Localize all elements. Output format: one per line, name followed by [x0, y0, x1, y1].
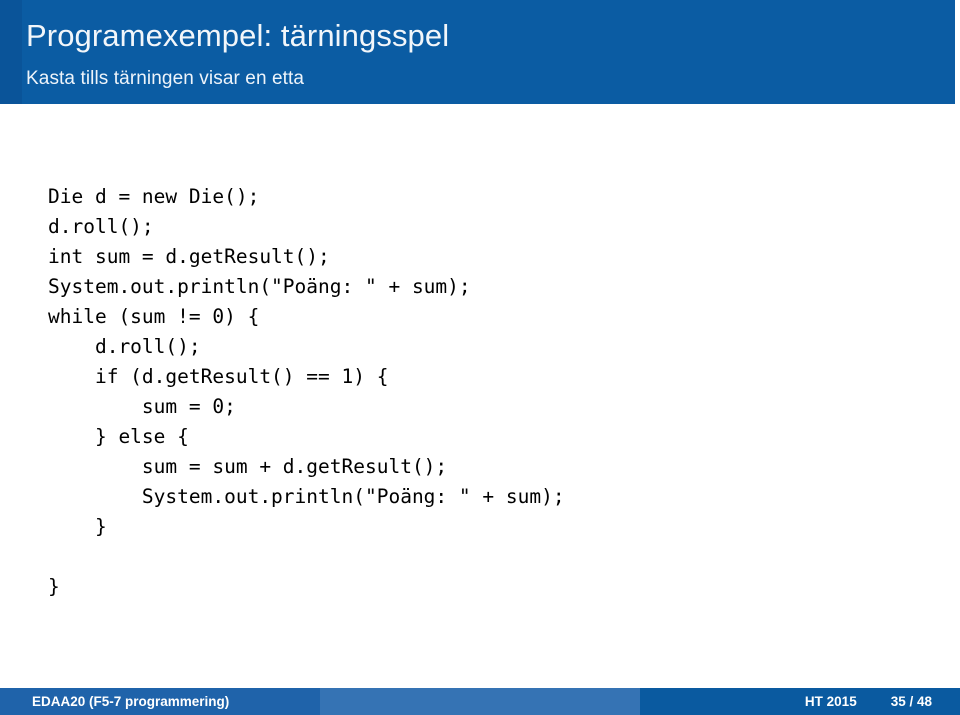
header-left-accent-strip [0, 0, 22, 104]
code-line: } [48, 515, 107, 538]
code-line: sum = sum + d.getResult(); [48, 455, 448, 478]
footer-meta: HT 2015 35 / 48 [640, 688, 960, 715]
page-title: Programexempel: tärningsspel [26, 18, 450, 53]
slide-content: Die d = new Die(); d.roll(); int sum = d.g… [0, 104, 960, 688]
footer-course-label: EDAA20 (F5-7 programmering) [0, 688, 320, 715]
code-line: System.out.println("Poäng: " + sum); [48, 275, 471, 298]
code-line: } [48, 575, 60, 598]
code-line: d.roll(); [48, 335, 201, 358]
code-line: int sum = d.getResult(); [48, 245, 330, 268]
code-line: d.roll(); [48, 215, 154, 238]
footer-page-number: 35 / 48 [890, 694, 932, 709]
footer-term-label: HT 2015 [804, 694, 857, 709]
code-block: Die d = new Die(); d.roll(); int sum = d.g… [48, 182, 565, 602]
footer-spacer [320, 688, 640, 715]
slide-footer: EDAA20 (F5-7 programmering) HT 2015 35 /… [0, 688, 960, 715]
code-line: System.out.println("Poäng: " + sum); [48, 485, 565, 508]
code-line: } else { [48, 425, 189, 448]
slide: Programexempel: tärningsspel Kasta tills… [0, 0, 960, 715]
code-line: if (d.getResult() == 1) { [48, 365, 389, 388]
code-line: sum = 0; [48, 395, 236, 418]
page-subtitle: Kasta tills tärningen visar en etta [26, 68, 305, 89]
code-line: while (sum != 0) { [48, 305, 260, 328]
slide-header: Programexempel: tärningsspel Kasta tills… [0, 0, 955, 104]
code-line: Die d = new Die(); [48, 185, 260, 208]
